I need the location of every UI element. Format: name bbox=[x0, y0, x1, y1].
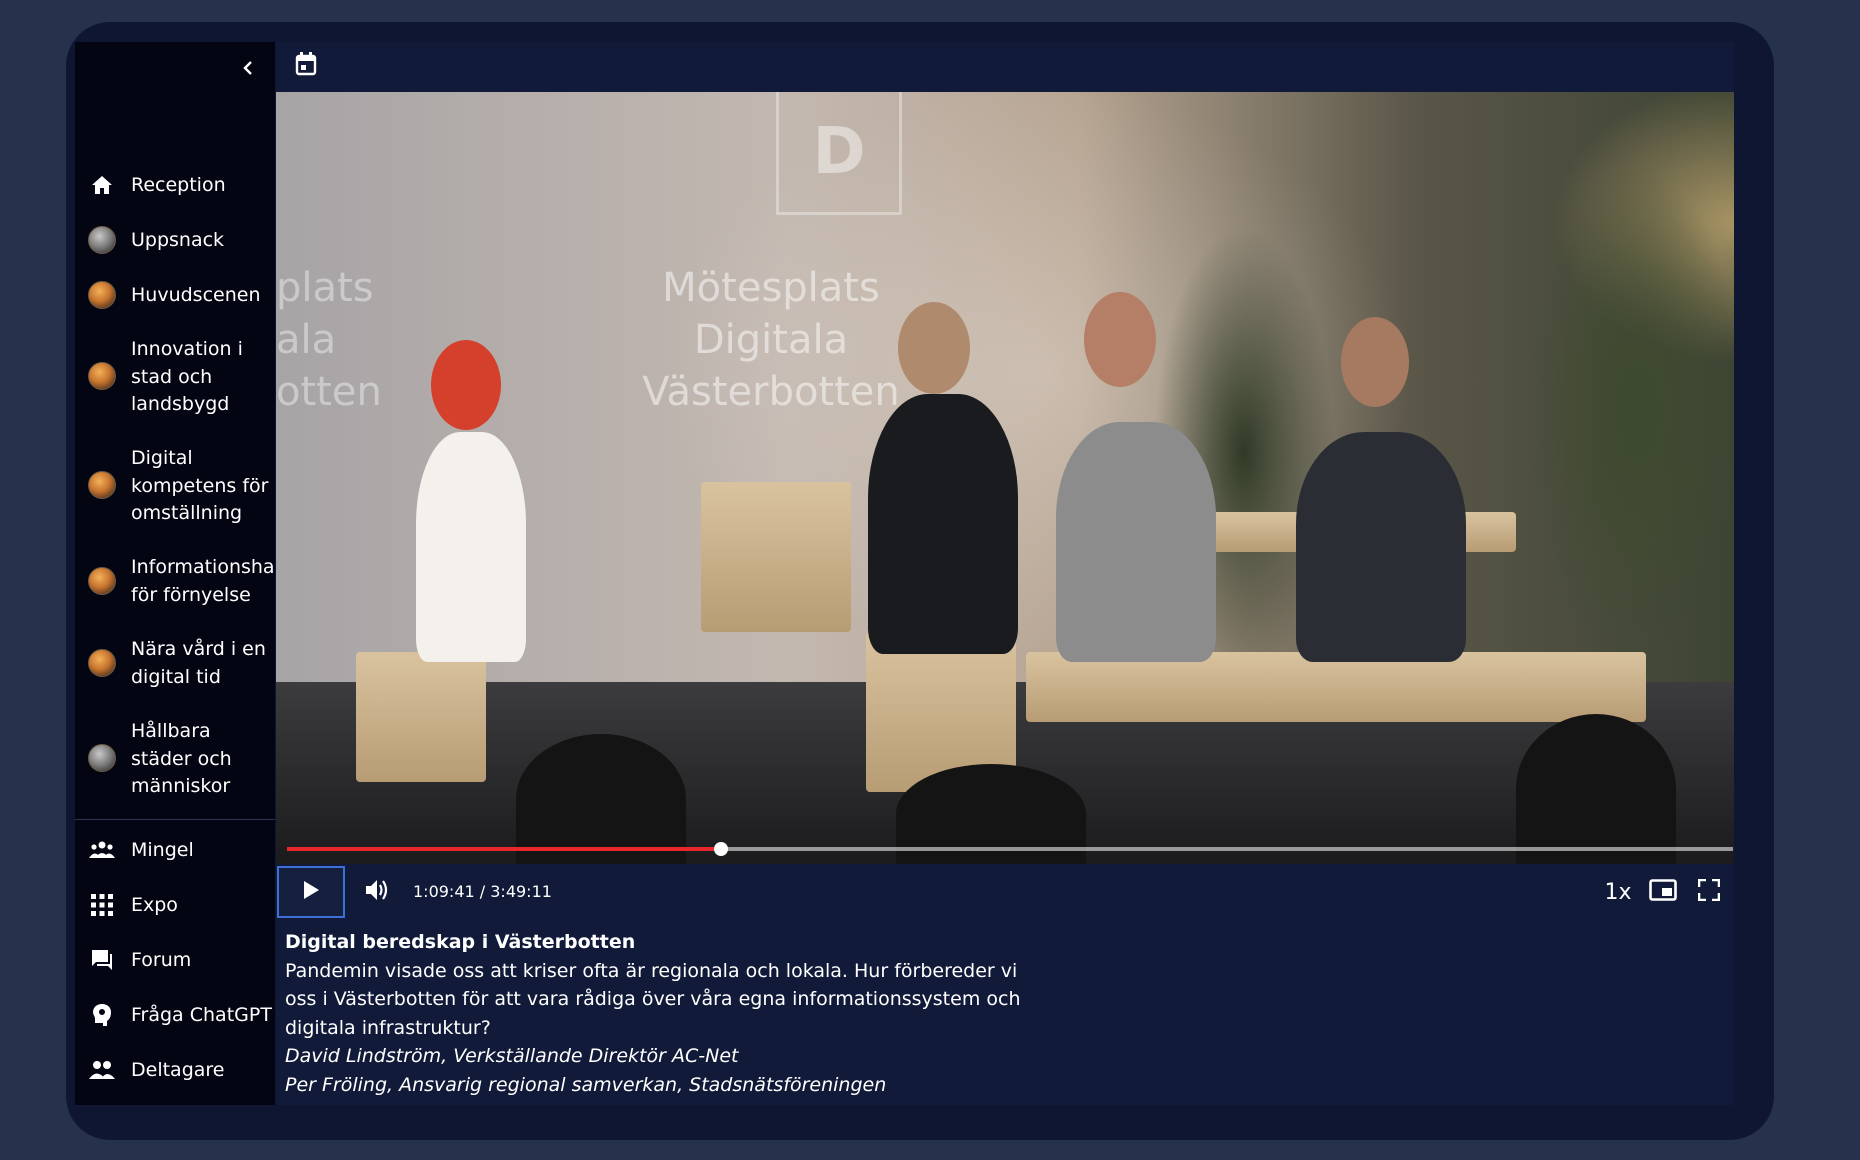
sidebar-item-label: Hållbara städer och människor bbox=[131, 720, 232, 797]
volume-icon bbox=[365, 878, 391, 906]
fullscreen-icon bbox=[1697, 878, 1721, 905]
sidebar-item-label: Mingel bbox=[131, 839, 194, 861]
sidebar-item-label: Fråga ChatGPT bbox=[131, 1004, 272, 1026]
sidebar-item-label: Digital kompetens för omställning bbox=[131, 447, 269, 524]
sidebar-divider bbox=[75, 819, 275, 820]
sidebar-item-label: Expo bbox=[131, 894, 178, 916]
video-player[interactable]: D Mötesplats Digitala Västerbotten plats… bbox=[276, 92, 1734, 864]
play-button[interactable] bbox=[277, 866, 345, 918]
room-avatar-icon bbox=[88, 281, 116, 309]
sidebar-item-fraga-chatgpt[interactable]: Fråga ChatGPT bbox=[88, 1002, 275, 1030]
sidebar-item-label: Huvudscenen bbox=[131, 284, 261, 306]
progress-handle[interactable] bbox=[713, 842, 728, 856]
sidebar-item-expo[interactable]: Expo bbox=[88, 892, 275, 920]
panelist-3 bbox=[1296, 432, 1466, 662]
home-icon bbox=[88, 171, 116, 199]
sidebar-item-uppsnack[interactable]: Uppsnack bbox=[88, 226, 275, 255]
sidebar-item-label: Reception bbox=[131, 174, 226, 196]
sidebar-item-label: Informationshantering för förnyelse bbox=[131, 556, 275, 606]
sidebar: Reception Uppsnack Huvudscenen Innovatio… bbox=[75, 42, 275, 1105]
top-bar bbox=[276, 42, 1734, 92]
session-info: Digital beredskap i Västerbotten Pandemi… bbox=[285, 928, 1045, 1099]
people-icon bbox=[88, 1056, 116, 1084]
room-avatar-icon bbox=[88, 567, 116, 595]
sidebar-item-reception[interactable]: Reception bbox=[88, 172, 275, 200]
backdrop-text: Mötesplats Digitala Västerbotten bbox=[642, 265, 900, 415]
fullscreen-button[interactable] bbox=[1692, 876, 1726, 908]
grid-icon bbox=[88, 891, 116, 919]
panelist-1-head bbox=[898, 302, 970, 394]
sidebar-item-innovation[interactable]: Innovation i stad och landsbygd bbox=[88, 336, 275, 419]
room-avatar-icon bbox=[88, 744, 116, 772]
playback-speed-button[interactable]: 1x bbox=[1600, 874, 1636, 910]
sidebar-item-label: Innovation i stad och landsbygd bbox=[131, 338, 243, 415]
panelist-2-head bbox=[1084, 292, 1156, 387]
sidebar-item-mingel[interactable]: Mingel bbox=[88, 837, 275, 865]
collapse-sidebar-button[interactable] bbox=[230, 52, 266, 88]
sidebar-item-label: Deltagare bbox=[131, 1059, 225, 1081]
volume-button[interactable] bbox=[362, 876, 394, 908]
sidebar-item-informationshantering[interactable]: Informationshantering för förnyelse bbox=[88, 554, 275, 609]
backdrop-text-left: plats ala otten bbox=[276, 265, 382, 415]
time-display: 1:09:41 / 3:49:11 bbox=[413, 882, 552, 901]
room-avatar-icon bbox=[88, 226, 116, 254]
group-icon bbox=[88, 836, 116, 864]
panelist-2 bbox=[1056, 422, 1216, 662]
play-icon bbox=[302, 880, 320, 904]
sofa-seat bbox=[1026, 652, 1646, 722]
session-speaker: Per Fröling, Ansvarig regional samverkan… bbox=[285, 1073, 887, 1096]
picture-in-picture-icon bbox=[1649, 879, 1677, 905]
panelist-3-head bbox=[1341, 317, 1409, 407]
picture-in-picture-button[interactable] bbox=[1646, 876, 1680, 908]
room-avatar-icon bbox=[88, 649, 116, 677]
progress-bar[interactable] bbox=[287, 842, 1733, 856]
forum-icon bbox=[88, 946, 116, 974]
moderator-head bbox=[431, 340, 501, 430]
session-title: Digital beredskap i Västerbotten bbox=[285, 931, 636, 953]
ai-icon bbox=[88, 1001, 116, 1029]
calendar-button[interactable] bbox=[290, 50, 322, 82]
sidebar-item-deltagare[interactable]: Deltagare bbox=[88, 1057, 275, 1085]
moderator bbox=[416, 432, 526, 662]
room-avatar-icon bbox=[88, 362, 116, 390]
sidebar-item-digital-kompetens[interactable]: Digital kompetens för omställning bbox=[88, 445, 275, 528]
sidebar-item-label: Forum bbox=[131, 949, 192, 971]
room-avatar-icon bbox=[88, 471, 116, 499]
sidebar-item-forum[interactable]: Forum bbox=[88, 947, 275, 975]
bench-back bbox=[701, 482, 851, 632]
session-description: Pandemin visade oss att kriser ofta är r… bbox=[285, 959, 1021, 1039]
sidebar-item-hallbara-stader[interactable]: Hållbara städer och människor bbox=[88, 718, 275, 801]
panelist-1 bbox=[868, 394, 1018, 654]
calendar-icon bbox=[295, 52, 317, 80]
sidebar-item-nara-vard[interactable]: Nära vård i en digital tid bbox=[88, 636, 275, 691]
audience-head bbox=[516, 734, 686, 864]
stool bbox=[356, 652, 486, 782]
audience-head bbox=[1516, 714, 1676, 864]
session-speaker: David Lindström, Verkställande Direktör … bbox=[285, 1045, 739, 1067]
sidebar-item-huvudscenen[interactable]: Huvudscenen bbox=[88, 281, 275, 310]
chevron-left-icon bbox=[242, 60, 254, 80]
sidebar-item-label: Nära vård i en digital tid bbox=[131, 638, 266, 688]
progress-fill bbox=[287, 847, 721, 851]
event-logo: D bbox=[776, 92, 902, 215]
sidebar-item-label: Uppsnack bbox=[131, 229, 225, 251]
